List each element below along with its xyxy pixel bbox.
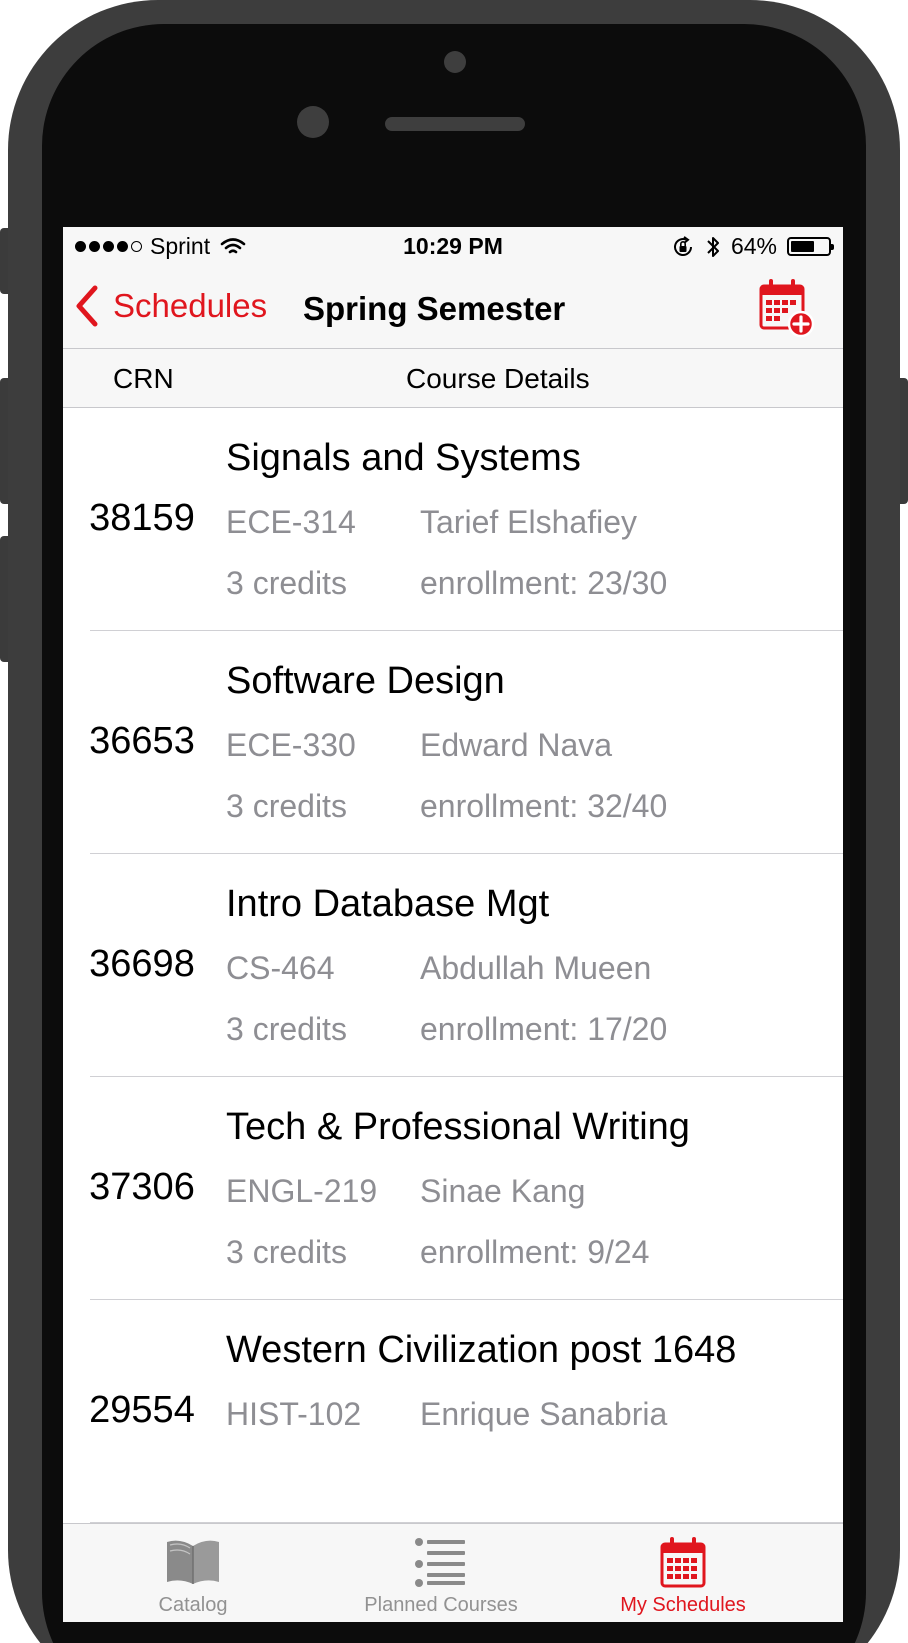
list-icon [415,1538,465,1587]
course-crn: 38159 [89,497,195,539]
course-enrollment: enrollment: 9/24 [420,1234,650,1270]
page-title: Spring Semester [303,290,566,327]
battery-percent: 64% [730,233,777,259]
front-camera [297,106,329,138]
earpiece-speaker [385,117,525,131]
calendar-add-icon[interactable] [759,276,815,338]
course-credits: 3 credits [226,788,347,824]
course-instructor: Abdullah Mueen [420,950,652,986]
book-icon [167,1540,219,1584]
rotation-lock-icon [673,235,692,256]
tab-planned-courses[interactable]: Planned Courses [311,1524,571,1622]
status-right: 64% [671,233,834,260]
proximity-sensor [444,51,466,73]
status-bar: Sprint 10:29 PM 64% [63,227,843,271]
course-instructor: Sinae Kang [420,1173,586,1209]
column-crn: CRN [113,363,174,394]
course-crn: 37306 [89,1166,195,1208]
course-crn: 29554 [89,1389,195,1431]
course-credits: 3 credits [226,1234,347,1270]
calendar-icon [660,1537,706,1588]
course-crn: 36698 [89,943,195,985]
course-credits: 3 credits [226,1011,347,1047]
course-title: Western Civilization post 1648 [226,1329,737,1371]
chevron-left-icon [76,285,98,327]
course-code: ECE-330 [226,727,356,763]
back-button-label: Schedules [113,287,268,324]
course-title: Tech & Professional Writing [226,1106,690,1148]
navigation-bar: Schedules Spring Semester [63,271,843,349]
course-credits: 3 credits [226,565,347,601]
battery-icon [787,237,834,256]
back-button[interactable]: Schedules [75,285,267,327]
course-title: Intro Database Mgt [226,883,550,925]
course-row[interactable]: 37306 Tech & Professional Writing ENGL-2… [63,1077,843,1300]
course-enrollment: enrollment: 23/30 [420,565,668,601]
battery-fill [791,241,815,252]
column-course-details: Course Details [406,363,590,394]
course-list: 38159 Signals and Systems ECE-314 Tarief… [63,408,843,1523]
tab-my-schedules[interactable]: My Schedules [553,1524,813,1622]
course-row[interactable]: 36698 Intro Database Mgt CS-464 Abdullah… [63,854,843,1077]
tab-label: Planned Courses [364,1594,518,1616]
course-code: CS-464 [226,950,335,986]
tab-label: Catalog [158,1594,228,1616]
tab-bar: Catalog Planned Courses My Schedules [63,1523,843,1622]
tab-label: My Schedules [620,1594,746,1616]
course-title: Signals and Systems [226,437,581,479]
column-header: CRN Course Details [63,349,843,408]
course-instructor: Tarief Elshafiey [420,504,637,540]
course-instructor: Enrique Sanabria [420,1396,668,1432]
course-title: Software Design [226,660,505,702]
course-row[interactable]: 29554 Western Civilization post 1648 HIS… [63,1300,843,1523]
course-code: ENGL-219 [226,1173,378,1209]
course-row[interactable]: 38159 Signals and Systems ECE-314 Tarief… [63,408,843,631]
course-crn: 36653 [89,720,195,762]
app-screen: Sprint 10:29 PM 64% Schedules Spring Sem… [63,227,843,1622]
course-instructor: Edward Nava [420,727,613,763]
course-enrollment: enrollment: 17/20 [420,1011,668,1047]
bluetooth-icon [707,236,719,257]
course-row[interactable]: 36653 Software Design ECE-330 Edward Nav… [63,631,843,854]
device-mockup: Sprint 10:29 PM 64% Schedules Spring Sem… [0,0,908,1643]
tab-catalog[interactable]: Catalog [63,1524,323,1622]
course-code: HIST-102 [226,1396,362,1432]
course-code: ECE-314 [226,504,356,540]
course-enrollment: enrollment: 32/40 [420,788,668,824]
